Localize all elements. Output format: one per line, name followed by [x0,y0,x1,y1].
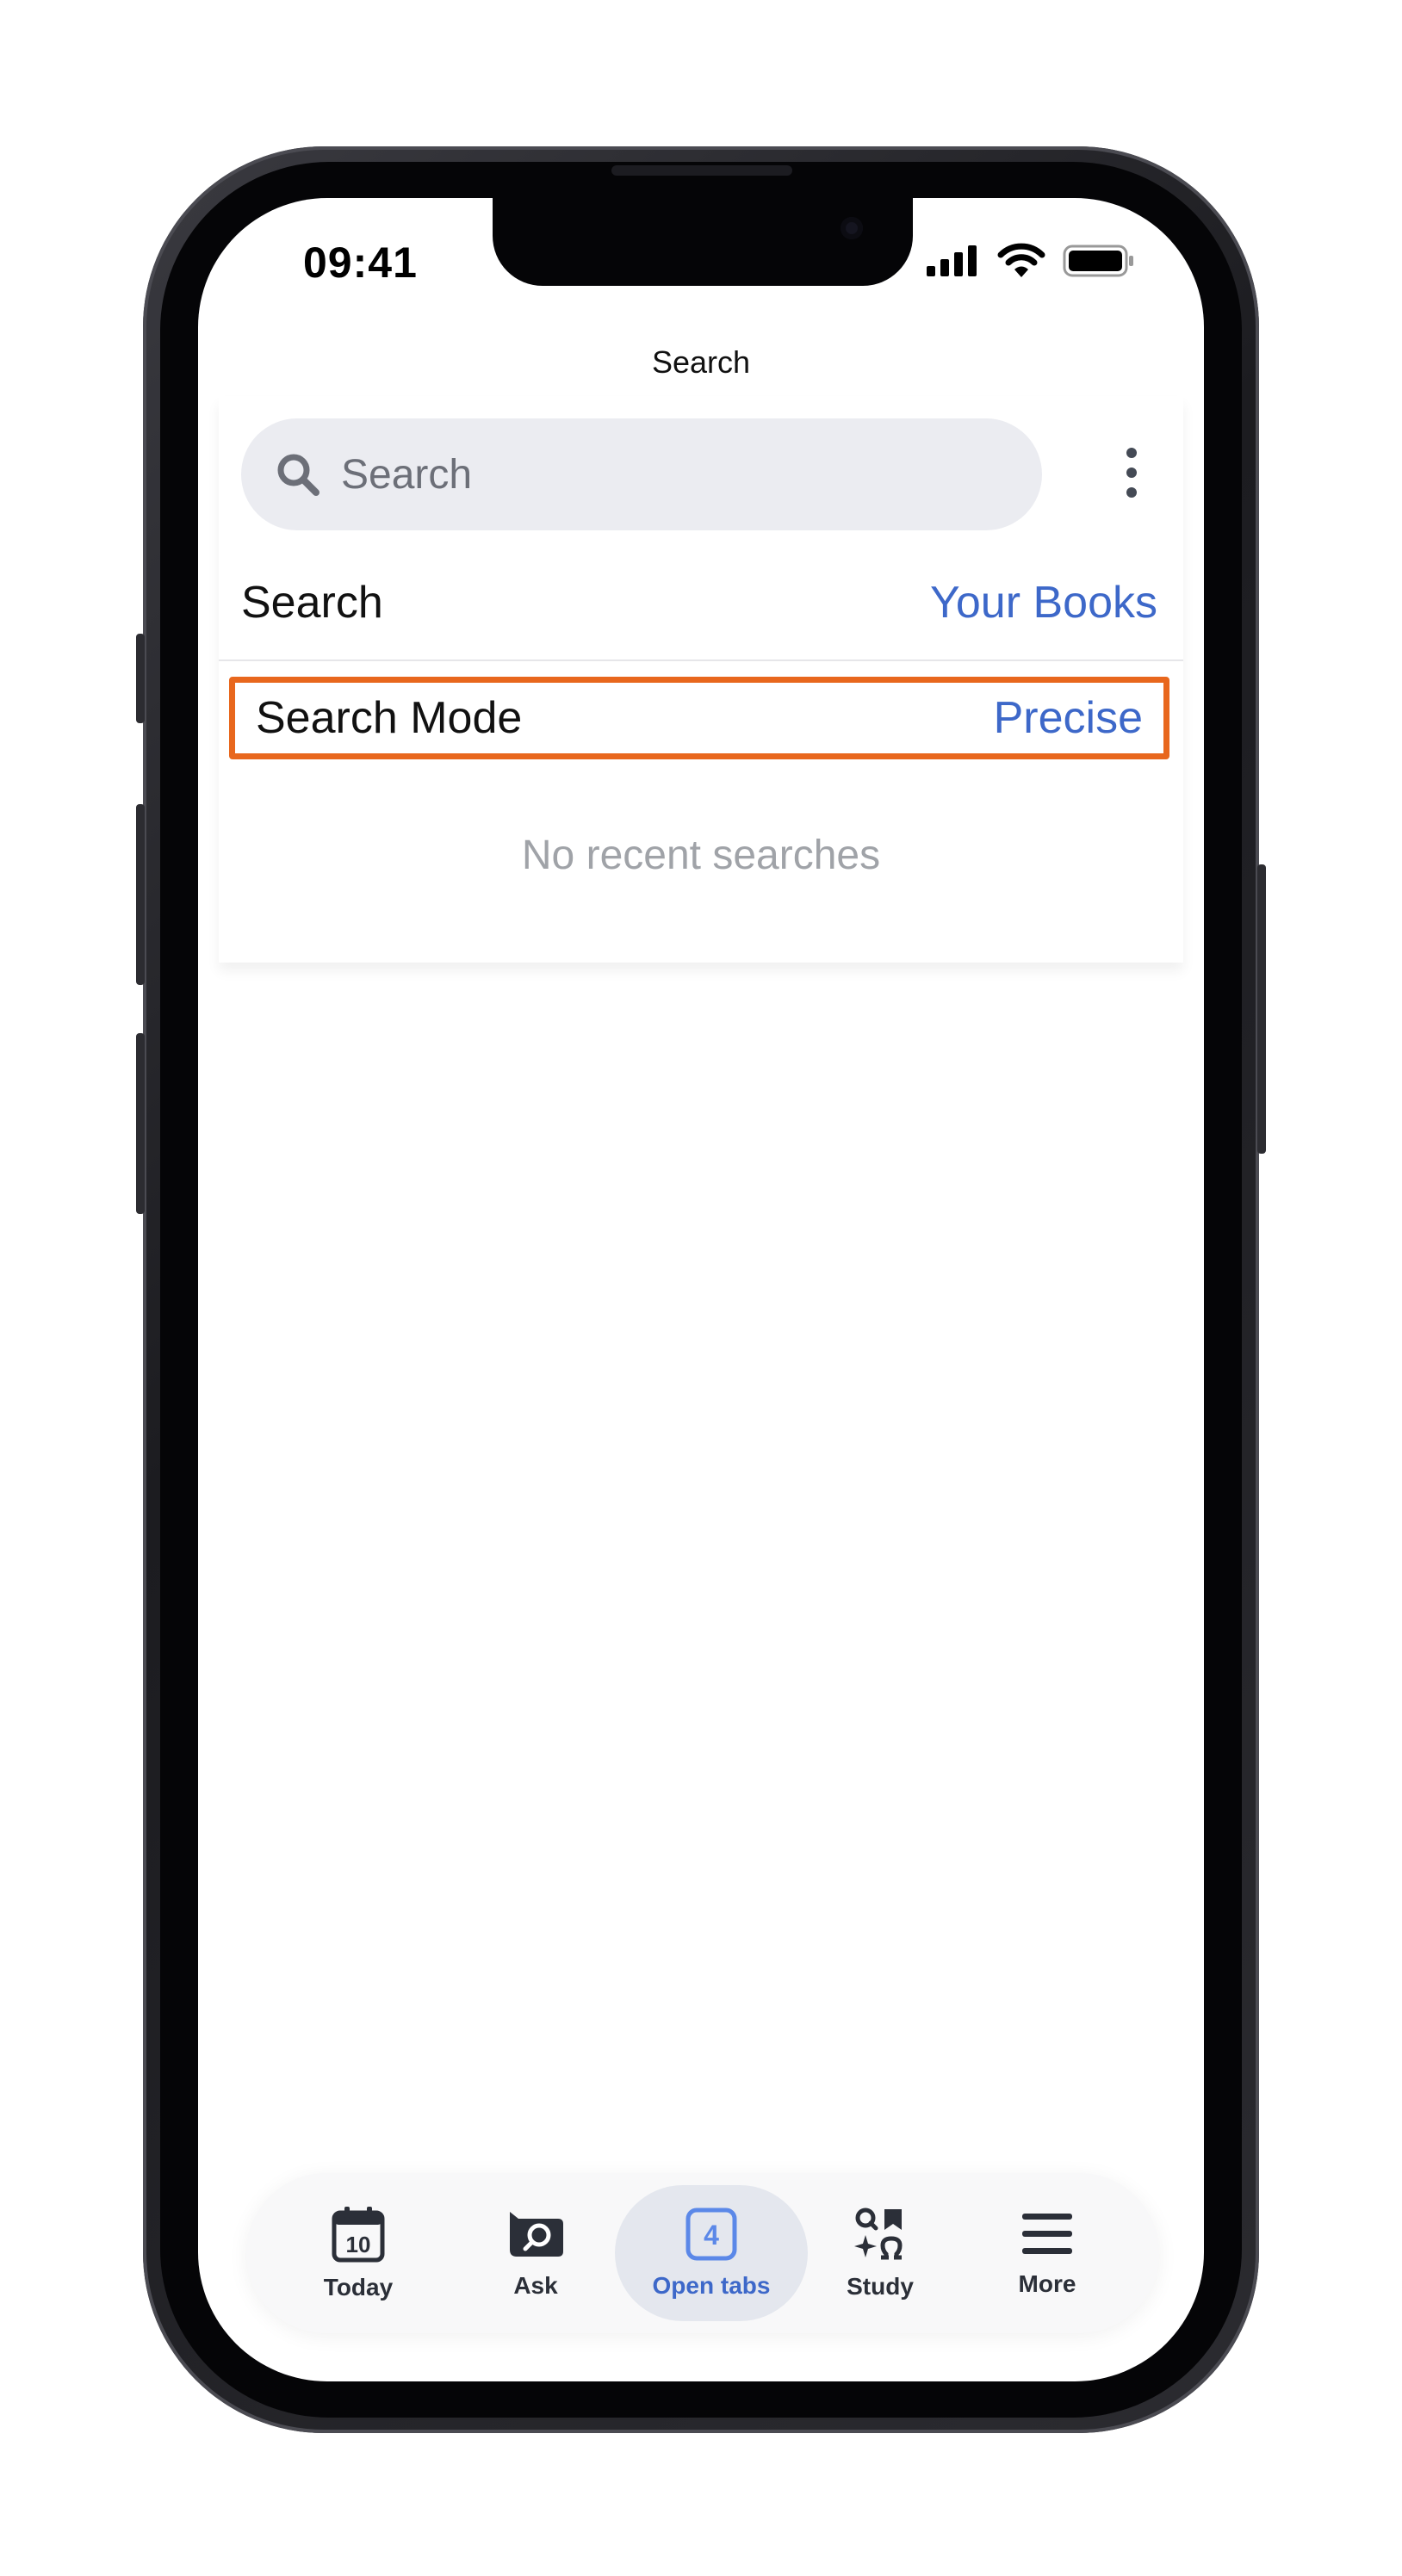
kebab-dot [1126,448,1137,458]
volume-down-button [136,1033,145,1214]
divider [219,659,1183,661]
calendar-icon: 10 [332,2207,385,2263]
empty-state-message: No recent searches [521,833,881,878]
kebab-dot [1126,487,1137,498]
chat-search-icon [510,2212,563,2257]
front-camera [841,217,863,239]
open-tabs-count: 4 [704,2220,719,2251]
tab-label: Ask [513,2272,558,2299]
menu-icon [1022,2214,1072,2254]
search-mode-row[interactable]: Search Mode Precise [229,677,1169,759]
search-mode-value[interactable]: Precise [994,692,1143,744]
page-title: Search [651,344,751,380]
kebab-dot [1126,468,1137,478]
search-icon [272,449,324,500]
wifi-icon [997,243,1045,277]
battery-icon [1063,245,1133,277]
tab-label: Open tabs [652,2272,771,2299]
tab-bar: 10 Today Ask 4 Open tabs Study More [246,2173,1159,2333]
tab-label: Today [323,2274,394,2300]
cellular-signal-icon [927,245,977,276]
status-icons [925,243,1135,279]
search-mode-label: Search Mode [256,693,523,743]
tab-more[interactable]: More [963,2173,1132,2333]
page: 09:41 Search Search Search Your Books Se… [0,0,1402,2576]
action-button [136,634,145,723]
tab-today[interactable]: 10 Today [274,2173,443,2333]
screen: 09:41 Search Search Search Your Books Se… [198,198,1204,2381]
search-input[interactable] [339,449,997,499]
search-bar[interactable] [241,418,1042,530]
search-scope-row[interactable]: Search Your Books [241,568,1157,637]
calendar-day: 10 [346,2232,371,2257]
power-button [1257,864,1266,1154]
tab-ask[interactable]: Ask [451,2173,620,2333]
tab-label: More [1018,2270,1076,2297]
tab-open-tabs[interactable]: 4 Open tabs [615,2173,808,2333]
tab-label: Study [847,2273,914,2300]
study-icon [854,2208,903,2260]
search-scope-label: Search [241,578,383,628]
tab-study[interactable]: Study [796,2173,965,2333]
more-vertical-icon[interactable] [1109,443,1154,503]
status-time: 09:41 [303,238,418,287]
earpiece-speaker [611,165,792,176]
notch [493,198,913,286]
tabs-icon: 4 [685,2208,737,2261]
search-scope-value[interactable]: Your Books [930,577,1157,629]
volume-up-button [136,804,145,985]
